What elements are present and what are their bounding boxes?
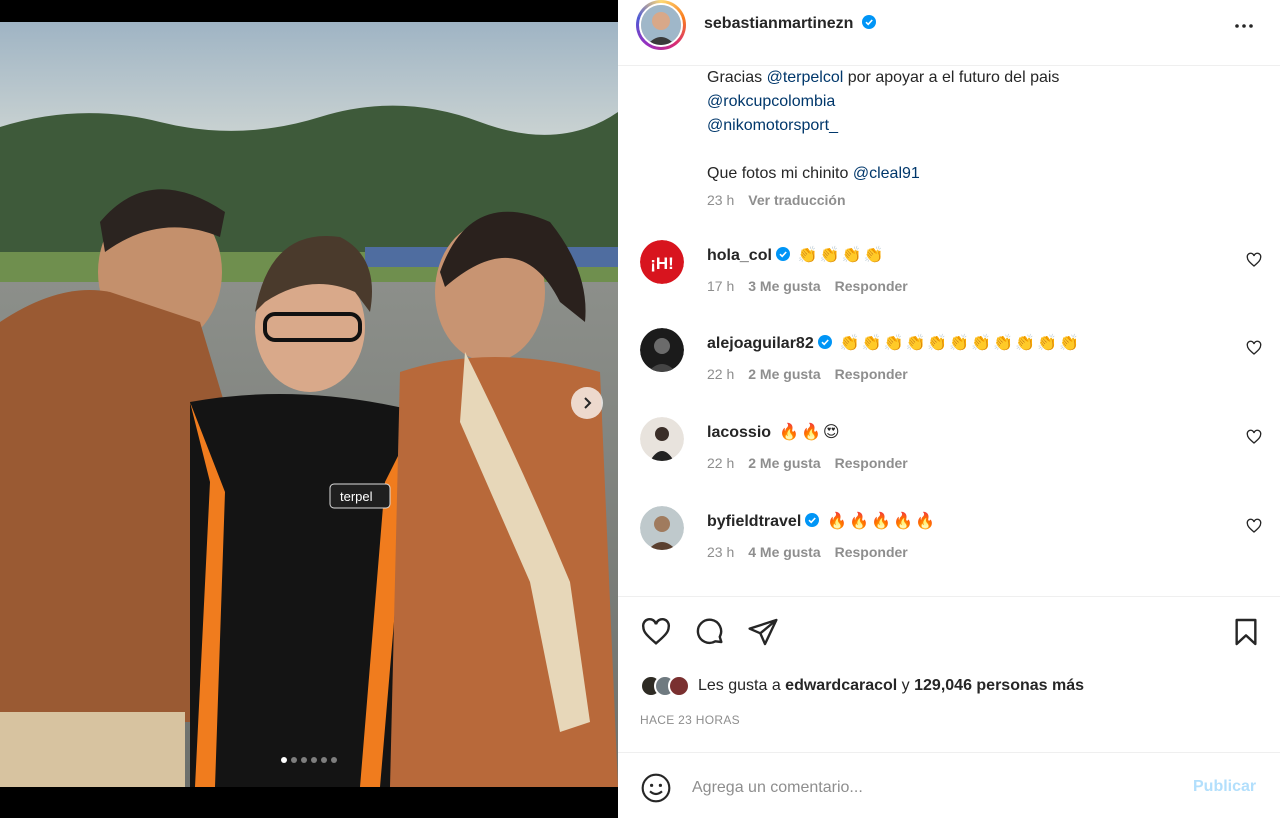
carousel-dots — [0, 757, 618, 763]
commenter-avatar[interactable] — [640, 417, 684, 461]
verified-badge-icon — [817, 335, 832, 349]
likes-middle: y — [897, 677, 915, 694]
hola-logo-icon: ¡H! — [640, 240, 684, 284]
photo-illustration: terpel — [0, 22, 618, 787]
comment: ¡H! hola_col 👏👏👏👏 17 h 3 Me gusta Responder — [618, 240, 1280, 320]
post-caption: Gracias @terpelcol por apoyar a el futur… — [707, 66, 1247, 186]
avatar-image — [640, 328, 684, 372]
carousel-next-button[interactable] — [571, 387, 603, 419]
commenter-line: lacossio 🔥🔥😍 — [707, 422, 842, 442]
comment-text: 🔥🔥😍 — [779, 424, 842, 441]
comment-meta: 22 h 2 Me gusta Responder — [707, 366, 908, 382]
commenter-username[interactable]: alejoaguilar82 — [707, 335, 814, 352]
verified-badge-icon — [861, 15, 876, 29]
carousel-dot — [291, 757, 297, 763]
translate-link[interactable]: Ver traducción — [748, 192, 845, 208]
comment: alejoaguilar82 👏👏👏👏👏👏👏👏👏👏👏 22 h 2 Me gusta… — [618, 328, 1280, 408]
emoji-icon[interactable] — [640, 772, 672, 804]
comment-text: 🔥🔥🔥🔥🔥 — [827, 513, 937, 530]
caption-meta: 23 h Ver traducción — [707, 192, 846, 208]
commenter-avatar[interactable] — [640, 328, 684, 372]
caption-line-1: Gracias @terpelcol por apoyar a el futur… — [707, 66, 1247, 90]
heart-icon[interactable] — [1246, 252, 1262, 268]
reply-button[interactable]: Responder — [835, 455, 908, 471]
author-username[interactable]: sebastianmartinezn — [704, 15, 876, 33]
caption-time: 23 h — [707, 192, 735, 208]
commenter-username[interactable]: lacossio — [707, 424, 771, 441]
post-header: sebastianmartinezn — [618, 0, 1280, 66]
comment-input[interactable] — [692, 775, 1172, 801]
liker-avatar — [668, 675, 690, 697]
caption-text: Gracias — [707, 69, 767, 86]
commenter-line: hola_col 👏👏👏👏 — [707, 245, 886, 265]
commenter-avatar[interactable] — [640, 506, 684, 550]
author-username-text[interactable]: sebastianmartinezn — [704, 15, 853, 32]
carousel-dot — [331, 757, 337, 763]
commenter-line: byfieldtravel 🔥🔥🔥🔥🔥 — [707, 511, 937, 531]
post-time-ago[interactable]: HACE 23 HORAS — [640, 713, 740, 727]
verified-badge-icon — [805, 513, 820, 527]
likes-text: Les gusta a edwardcaracol y 129,046 pers… — [698, 677, 1084, 695]
author-avatar-image — [641, 5, 681, 45]
comment-meta: 22 h 2 Me gusta Responder — [707, 455, 908, 471]
comment-likes[interactable]: 4 Me gusta — [748, 544, 820, 560]
reply-button[interactable]: Responder — [835, 544, 908, 560]
comment-bubble-icon[interactable] — [694, 616, 726, 648]
avatar-image — [640, 417, 684, 461]
comment-likes[interactable]: 2 Me gusta — [748, 455, 820, 471]
reply-button[interactable]: Responder — [835, 366, 908, 382]
comment-meta: 23 h 4 Me gusta Responder — [707, 544, 908, 560]
svg-text:terpel: terpel — [340, 489, 373, 504]
svg-text:¡H!: ¡H! — [650, 254, 674, 273]
liker-username[interactable]: edwardcaracol — [785, 677, 897, 694]
heart-icon[interactable] — [1246, 340, 1262, 356]
commenter-line: alejoaguilar82 👏👏👏👏👏👏👏👏👏👏👏 — [707, 333, 1081, 353]
carousel-dot — [321, 757, 327, 763]
carousel-dot — [281, 757, 287, 763]
heart-icon[interactable] — [1246, 518, 1262, 534]
post-panel: sebastianmartinezn Gracias @terpelcol po… — [618, 0, 1280, 818]
save-bookmark-icon[interactable] — [1230, 616, 1262, 648]
add-comment-bar: Publicar — [618, 752, 1280, 818]
chevron-right-icon — [584, 397, 592, 409]
comment-meta: 17 h 3 Me gusta Responder — [707, 278, 908, 294]
commenter-avatar[interactable]: ¡H! — [640, 240, 684, 284]
comment-text: 👏👏👏👏 — [797, 247, 886, 264]
publish-button[interactable]: Publicar — [1193, 778, 1256, 796]
like-heart-icon[interactable] — [640, 616, 672, 648]
post-photo[interactable]: terpel — [0, 22, 618, 787]
comment-time: 23 h — [707, 544, 735, 560]
commenter-username[interactable]: hola_col — [707, 247, 772, 264]
carousel-dot — [301, 757, 307, 763]
comment-likes[interactable]: 2 Me gusta — [748, 366, 820, 382]
comment-text: 👏👏👏👏👏👏👏👏👏👏👏 — [839, 335, 1081, 352]
comment-likes[interactable]: 3 Me gusta — [748, 278, 820, 294]
likes-prefix: Les gusta a — [698, 677, 786, 694]
carousel-dot — [311, 757, 317, 763]
comment: lacossio 🔥🔥😍 22 h 2 Me gusta Responder — [618, 417, 1280, 497]
comment: byfieldtravel 🔥🔥🔥🔥🔥 23 h 4 Me gusta Respond… — [618, 506, 1280, 586]
reply-button[interactable]: Responder — [835, 278, 908, 294]
verified-badge-icon — [775, 247, 790, 261]
likes-count[interactable]: 129,046 personas más — [914, 677, 1084, 694]
comment-time: 22 h — [707, 455, 735, 471]
caption-text: por apoyar a el futuro del pais — [843, 69, 1060, 86]
comment-time: 22 h — [707, 366, 735, 382]
post-media: terpel — [0, 0, 618, 818]
commenter-username[interactable]: byfieldtravel — [707, 513, 801, 530]
heart-icon[interactable] — [1246, 429, 1262, 445]
mention-link[interactable]: @terpelcol — [767, 69, 844, 86]
mention-link[interactable]: @rokcupcolombia — [707, 93, 835, 110]
more-options-icon[interactable] — [1232, 14, 1256, 38]
share-send-icon[interactable] — [747, 616, 779, 648]
likes-summary: Les gusta a edwardcaracol y 129,046 pers… — [640, 675, 1084, 697]
mention-link[interactable]: @nikomotorsport_ — [707, 117, 838, 134]
post-actions — [618, 596, 1280, 666]
caption-text: Que fotos mi chinito — [707, 165, 853, 182]
avatar-image — [640, 506, 684, 550]
mention-link[interactable]: @cleal91 — [853, 165, 920, 182]
author-avatar[interactable] — [636, 0, 686, 50]
comment-time: 17 h — [707, 278, 735, 294]
